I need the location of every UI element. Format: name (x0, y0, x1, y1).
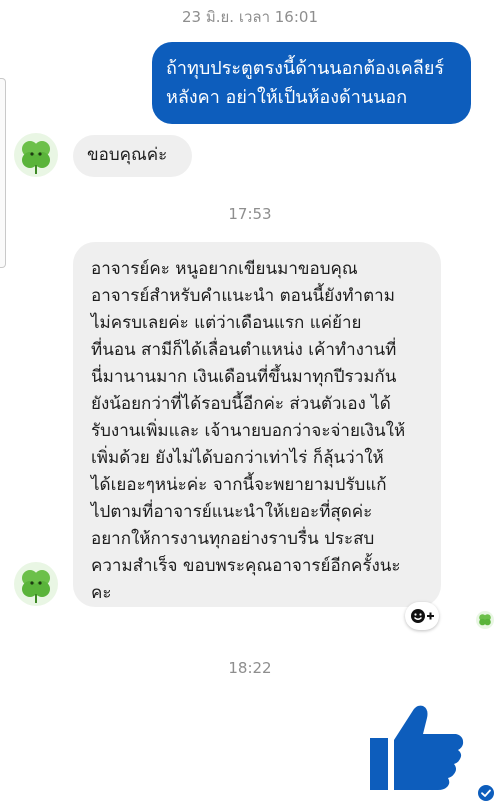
like-sticker[interactable] (368, 696, 466, 794)
message-line: ที่นอน สามีก็ได้เลื่อนตำแหน่ง เค้าทำงานท… (91, 340, 397, 360)
seen-indicator (478, 785, 494, 801)
clover-avatar-icon (22, 141, 50, 174)
add-reaction-button[interactable] (405, 602, 439, 630)
message-text: ขอบคุณค่ะ (87, 145, 168, 165)
timestamp-divider: 17:53 (228, 205, 272, 223)
message-line: ยังน้อยกว่าที่ได้รอบนี้อีกค่ะ ส่วนตัวเอง… (91, 394, 391, 414)
clover-avatar-icon (479, 614, 491, 626)
add-reaction-icon (411, 609, 434, 623)
message-line: อยากให้การงานทุกอย่างราบรื่น ประสบ (91, 529, 375, 549)
message-line: หลังคา อย่าให้เป็นห้องด้านนอก (166, 87, 408, 108)
timestamp-divider: 23 มิ.ย. เวลา 16:01 (182, 8, 318, 26)
message-line: ไม่ครบเลยค่ะ แต่ว่าเดือนแรก แค่ย้าย (91, 313, 362, 333)
incoming-message-bubble[interactable]: ขอบคุณค่ะ (73, 135, 192, 177)
message-line: นี่มานานมาก เงินเดือนที่ขึ้นมาทุกปีรวมกั… (91, 367, 397, 387)
read-receipt-avatar (476, 611, 494, 629)
timestamp-divider: 18:22 (228, 659, 272, 677)
message-line: คะ (91, 583, 112, 603)
message-line: ไปตามที่อาจารย์แนะนำให้เยอะที่สุดค่ะ (91, 502, 373, 522)
side-drawer-handle[interactable] (0, 78, 6, 268)
seen-check-icon (481, 789, 491, 797)
contact-avatar[interactable] (14, 562, 58, 606)
message-line: ความสำเร็จ ขอบพระคุณอาจารย์อีกครั้งนะ (91, 556, 401, 576)
message-line: ถ้าทุบประตูตรงนี้ด้านนอกต้องเคลียร์ (166, 58, 445, 79)
message-line: ได้เยอะๆหน่ะค่ะ จากนี้จะพยายามปรับแก้ (91, 475, 387, 495)
contact-avatar[interactable] (14, 133, 58, 177)
message-line: รับงานเพิ่มและ เจ้านายบอกว่าจะจ่ายเงินให… (91, 421, 406, 441)
message-line: เพิ่มด้วย ยังไม่ได้บอกว่าเท่าไร่ ก็ลุ้นว… (91, 448, 384, 468)
message-line: อาจารย์คะ หนูอยากเขียนมาขอบคุณ (91, 259, 358, 279)
message-line: อาจารย์สำหรับคำแนะนำ ตอนนี้ยังทำตาม (91, 286, 395, 306)
thumbs-up-icon (370, 705, 464, 790)
outgoing-message-bubble[interactable]: ถ้าทุบประตูตรงนี้ด้านนอกต้องเคลียร์ หลัง… (152, 42, 471, 124)
incoming-message-bubble[interactable]: อาจารย์คะ หนูอยากเขียนมาขอบคุณ อาจารย์สำ… (73, 242, 441, 607)
clover-avatar-icon (22, 570, 50, 603)
